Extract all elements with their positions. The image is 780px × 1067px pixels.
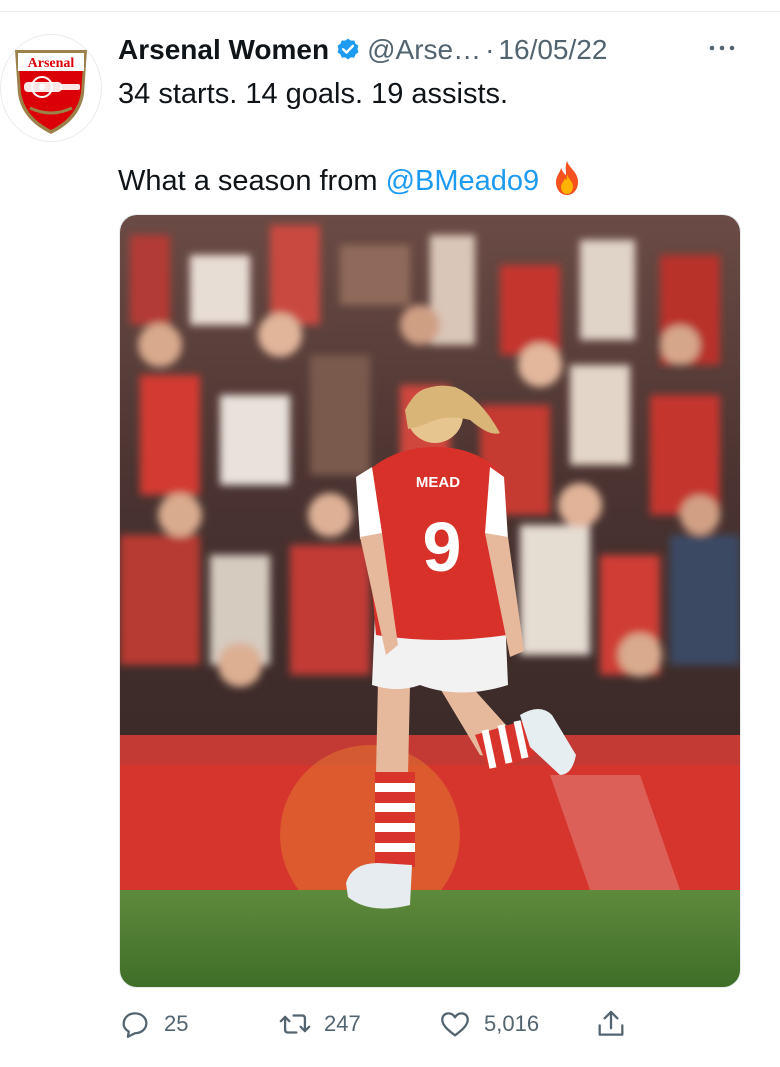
jersey-number: 9 [423, 508, 462, 586]
timestamp[interactable]: 16/05/22 [498, 34, 607, 66]
top-divider [0, 11, 780, 12]
share-button[interactable] [594, 1004, 628, 1044]
reply-button[interactable]: 25 [118, 1004, 188, 1044]
tweet-actions: 25 247 5,016 [118, 1004, 748, 1044]
arsenal-crest-icon: Arsenal [15, 50, 87, 134]
tweet-text-line1: 34 starts. 14 goals. 19 assists. [118, 78, 509, 110]
jersey-name: MEAD [416, 474, 460, 491]
avatar[interactable]: Arsenal [0, 34, 102, 142]
reply-count: 25 [164, 1011, 189, 1036]
display-name[interactable]: Arsenal Women [118, 34, 329, 66]
retweet-button[interactable]: 247 [278, 1004, 361, 1044]
like-button[interactable]: 5,016 [438, 1004, 539, 1044]
avatar-text: Arsenal [28, 56, 75, 71]
retweet-icon [279, 1014, 311, 1034]
verified-badge-icon [335, 37, 361, 63]
tweet-text-prefix: What a season from [118, 165, 386, 197]
share-icon [598, 1010, 624, 1036]
tweet-header: Arsenal Women @Arse… · 16/05/22 [118, 30, 607, 70]
handle[interactable]: @Arse… [367, 34, 481, 66]
reply-icon [122, 1012, 148, 1038]
separator: · [485, 34, 495, 65]
more-options-icon[interactable] [706, 32, 738, 64]
retweet-count: 247 [324, 1011, 361, 1036]
heart-icon [441, 1012, 469, 1037]
like-count: 5,016 [484, 1011, 540, 1036]
tweet-text-line2: What a season from @BMeado9 [118, 160, 583, 198]
tweet-media-image[interactable]: MEAD 9 [119, 214, 741, 988]
fire-icon [551, 160, 583, 196]
mention-link[interactable]: @BMeado9 [386, 165, 540, 197]
